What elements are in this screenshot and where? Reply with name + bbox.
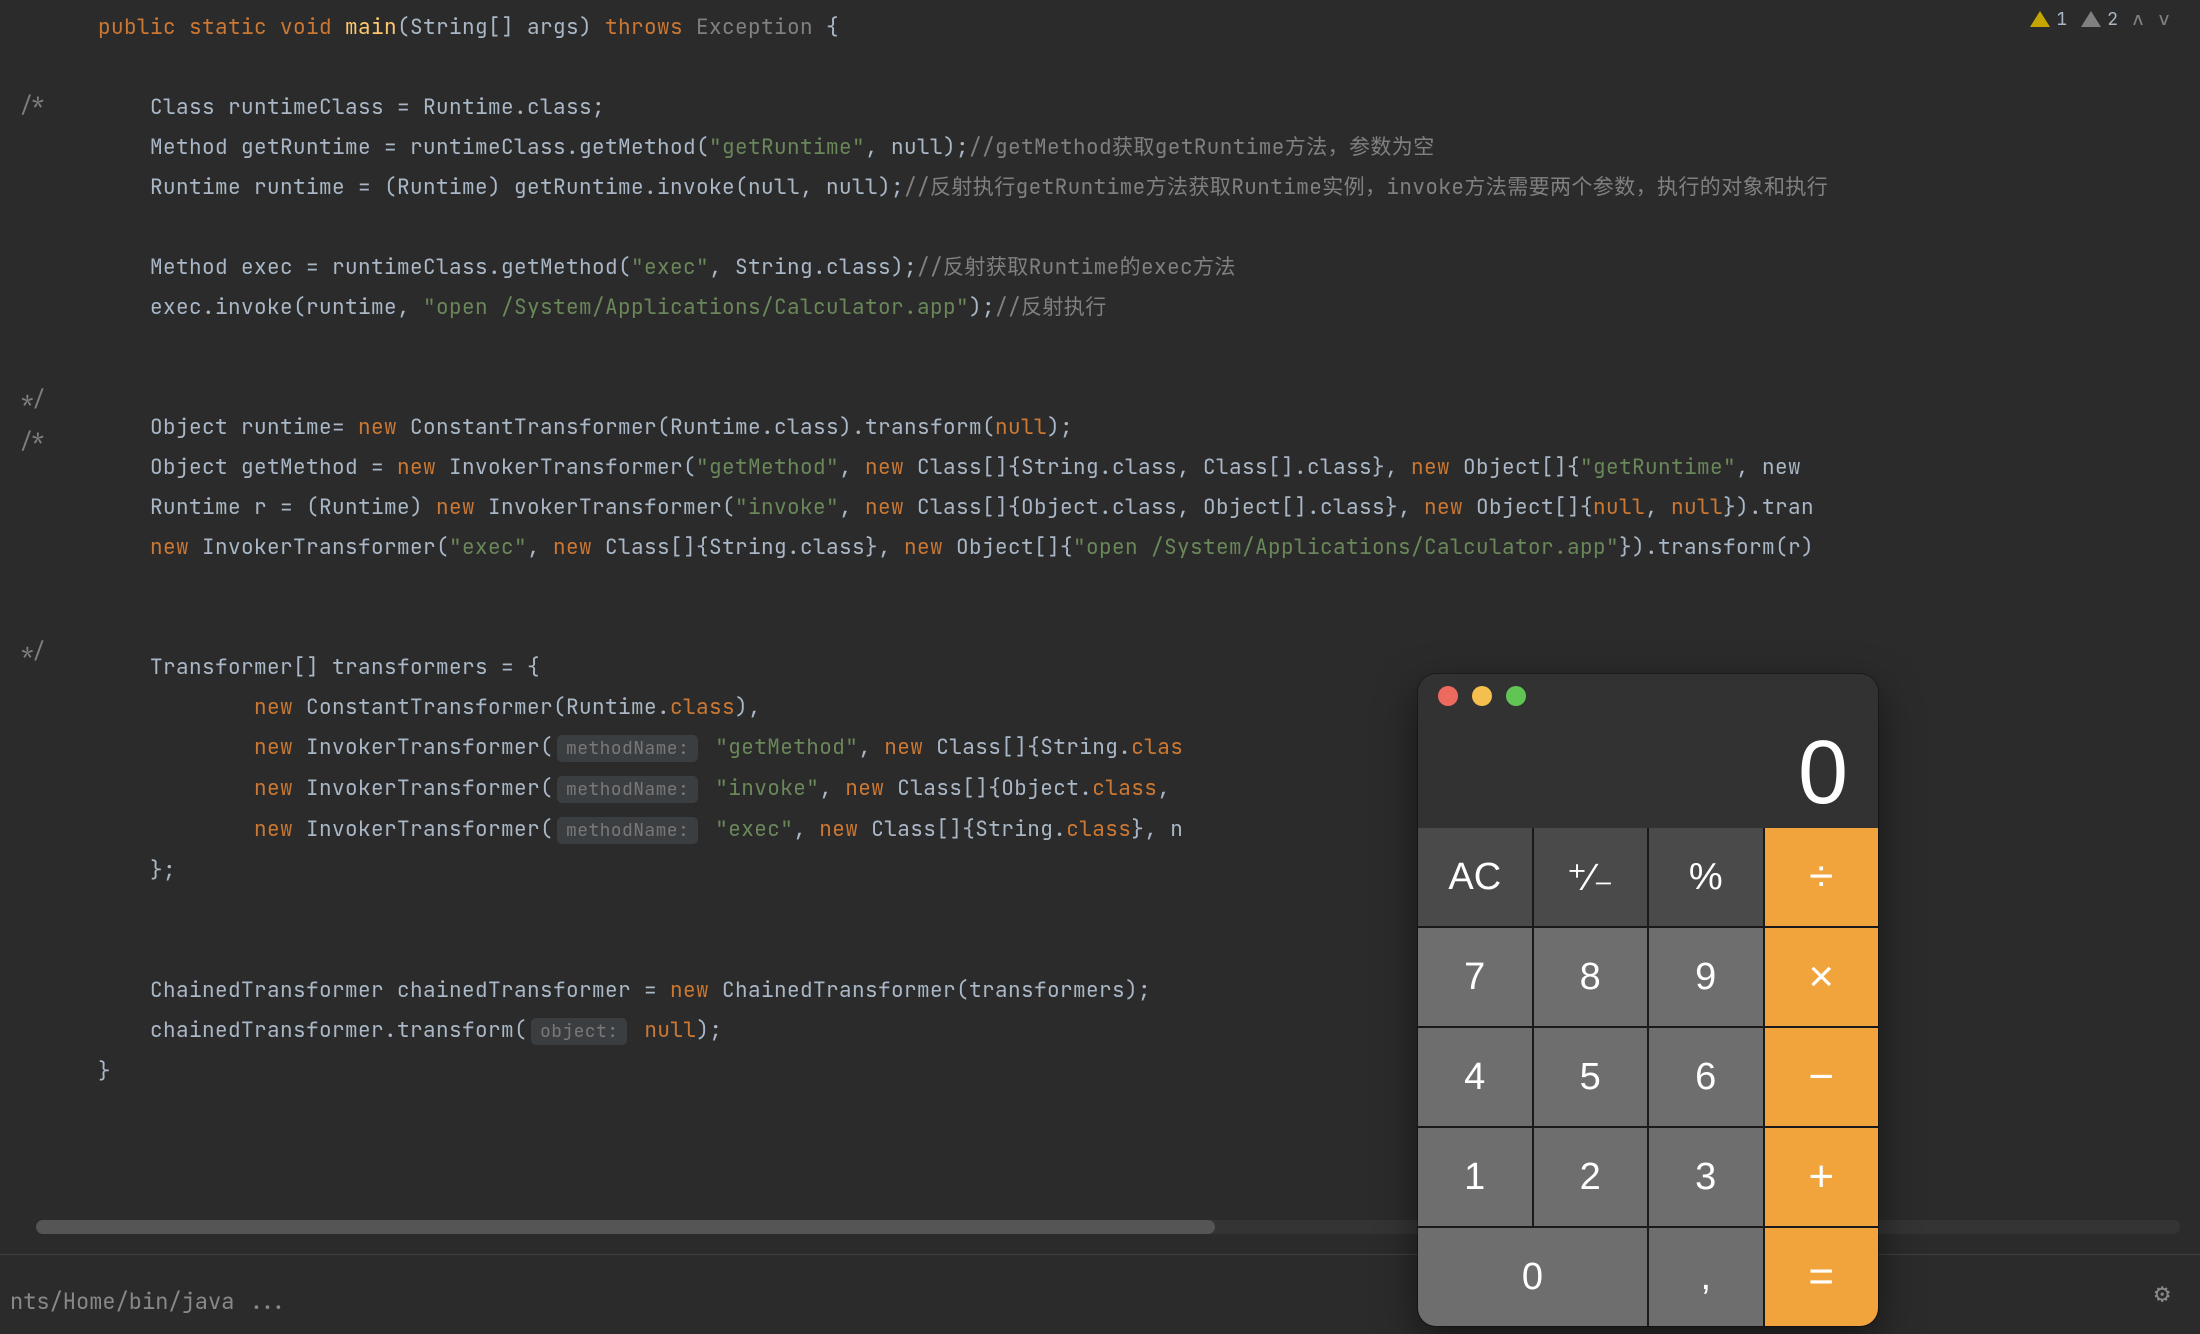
code-line: Transformer[] transformers = { bbox=[46, 654, 540, 681]
digit-5-button[interactable]: 5 bbox=[1534, 1028, 1648, 1126]
divide-button[interactable]: ÷ bbox=[1765, 828, 1879, 926]
digit-4-button[interactable]: 4 bbox=[1418, 1028, 1532, 1126]
warning-indicator-2[interactable]: 2 bbox=[2081, 8, 2118, 31]
code-line: }; bbox=[46, 857, 176, 884]
fold-marker[interactable]: */ bbox=[20, 386, 45, 413]
close-icon[interactable] bbox=[1438, 686, 1458, 706]
multiply-button[interactable]: × bbox=[1765, 928, 1879, 1026]
code-line: } bbox=[46, 1058, 111, 1085]
code-line: Class runtimeClass = Runtime.class; bbox=[46, 94, 605, 121]
ac-button[interactable]: AC bbox=[1418, 828, 1532, 926]
warning-icon bbox=[2030, 11, 2050, 27]
plusminus-button[interactable]: ⁺∕₋ bbox=[1534, 828, 1648, 926]
calculator-keypad: AC ⁺∕₋ % ÷ 7 8 9 × 4 5 6 − 1 2 3 + 0 , = bbox=[1418, 828, 1878, 1326]
minimize-icon[interactable] bbox=[1472, 686, 1492, 706]
code-line: Runtime r = (Runtime) new InvokerTransfo… bbox=[46, 494, 1814, 521]
code-line: Runtime runtime = (Runtime) getRuntime.i… bbox=[46, 174, 1828, 201]
subtract-button[interactable]: − bbox=[1765, 1028, 1879, 1126]
param-hint: methodName: bbox=[557, 735, 698, 762]
calculator-titlebar[interactable] bbox=[1418, 674, 1878, 718]
code-line: new ConstantTransformer(Runtime.class), bbox=[46, 694, 761, 721]
add-button[interactable]: + bbox=[1765, 1128, 1879, 1226]
fold-marker[interactable]: */ bbox=[20, 638, 45, 665]
warning-indicator-1[interactable]: 1 bbox=[2030, 8, 2067, 31]
decimal-button[interactable]: , bbox=[1649, 1228, 1763, 1326]
digit-1-button[interactable]: 1 bbox=[1418, 1128, 1532, 1226]
code-line: public static void main(String[] args) t… bbox=[46, 14, 839, 41]
calculator-window: 0 AC ⁺∕₋ % ÷ 7 8 9 × 4 5 6 − 1 2 3 + 0 ,… bbox=[1418, 674, 1878, 1326]
param-hint: methodName: bbox=[557, 776, 698, 803]
digit-3-button[interactable]: 3 bbox=[1649, 1128, 1763, 1226]
digit-9-button[interactable]: 9 bbox=[1649, 928, 1763, 1026]
calculator-display: 0 bbox=[1418, 718, 1878, 828]
code-line: Object getMethod = new InvokerTransforme… bbox=[46, 454, 1801, 481]
nav-up-icon[interactable]: ∧ bbox=[2132, 6, 2144, 32]
code-line: Object runtime= new ConstantTransformer(… bbox=[46, 414, 1073, 441]
code-line: ChainedTransformer chainedTransformer = … bbox=[46, 977, 1151, 1004]
percent-button[interactable]: % bbox=[1649, 828, 1763, 926]
code-line: chainedTransformer.transform(object: nul… bbox=[46, 1017, 722, 1044]
nav-down-icon[interactable]: ∨ bbox=[2158, 6, 2170, 32]
scrollbar-thumb[interactable] bbox=[36, 1220, 1215, 1234]
fold-marker[interactable]: /* bbox=[20, 428, 45, 455]
warning-count-2: 2 bbox=[2107, 8, 2118, 31]
param-hint: object: bbox=[531, 1018, 627, 1045]
fold-marker[interactable]: /* bbox=[20, 92, 45, 119]
equals-button[interactable]: = bbox=[1765, 1228, 1879, 1326]
code-line: new InvokerTransformer("exec", new Class… bbox=[46, 534, 1814, 561]
gutter bbox=[0, 0, 36, 1334]
gear-icon[interactable]: ⚙ bbox=[2154, 1275, 2170, 1310]
digit-0-button[interactable]: 0 bbox=[1418, 1228, 1647, 1326]
digit-8-button[interactable]: 8 bbox=[1534, 928, 1648, 1026]
warning-count-1: 1 bbox=[2056, 8, 2067, 31]
code-line: exec.invoke(runtime, "open /System/Appli… bbox=[46, 294, 1107, 321]
zoom-icon[interactable] bbox=[1506, 686, 1526, 706]
param-hint: methodName: bbox=[557, 817, 698, 844]
digit-7-button[interactable]: 7 bbox=[1418, 928, 1532, 1026]
digit-2-button[interactable]: 2 bbox=[1534, 1128, 1648, 1226]
weak-warning-icon bbox=[2081, 11, 2101, 27]
digit-6-button[interactable]: 6 bbox=[1649, 1028, 1763, 1126]
code-line: Method exec = runtimeClass.getMethod("ex… bbox=[46, 254, 1236, 281]
code-line: Method getRuntime = runtimeClass.getMeth… bbox=[46, 134, 1435, 161]
inspection-indicators: 1 2 ∧ ∨ bbox=[2030, 6, 2170, 32]
